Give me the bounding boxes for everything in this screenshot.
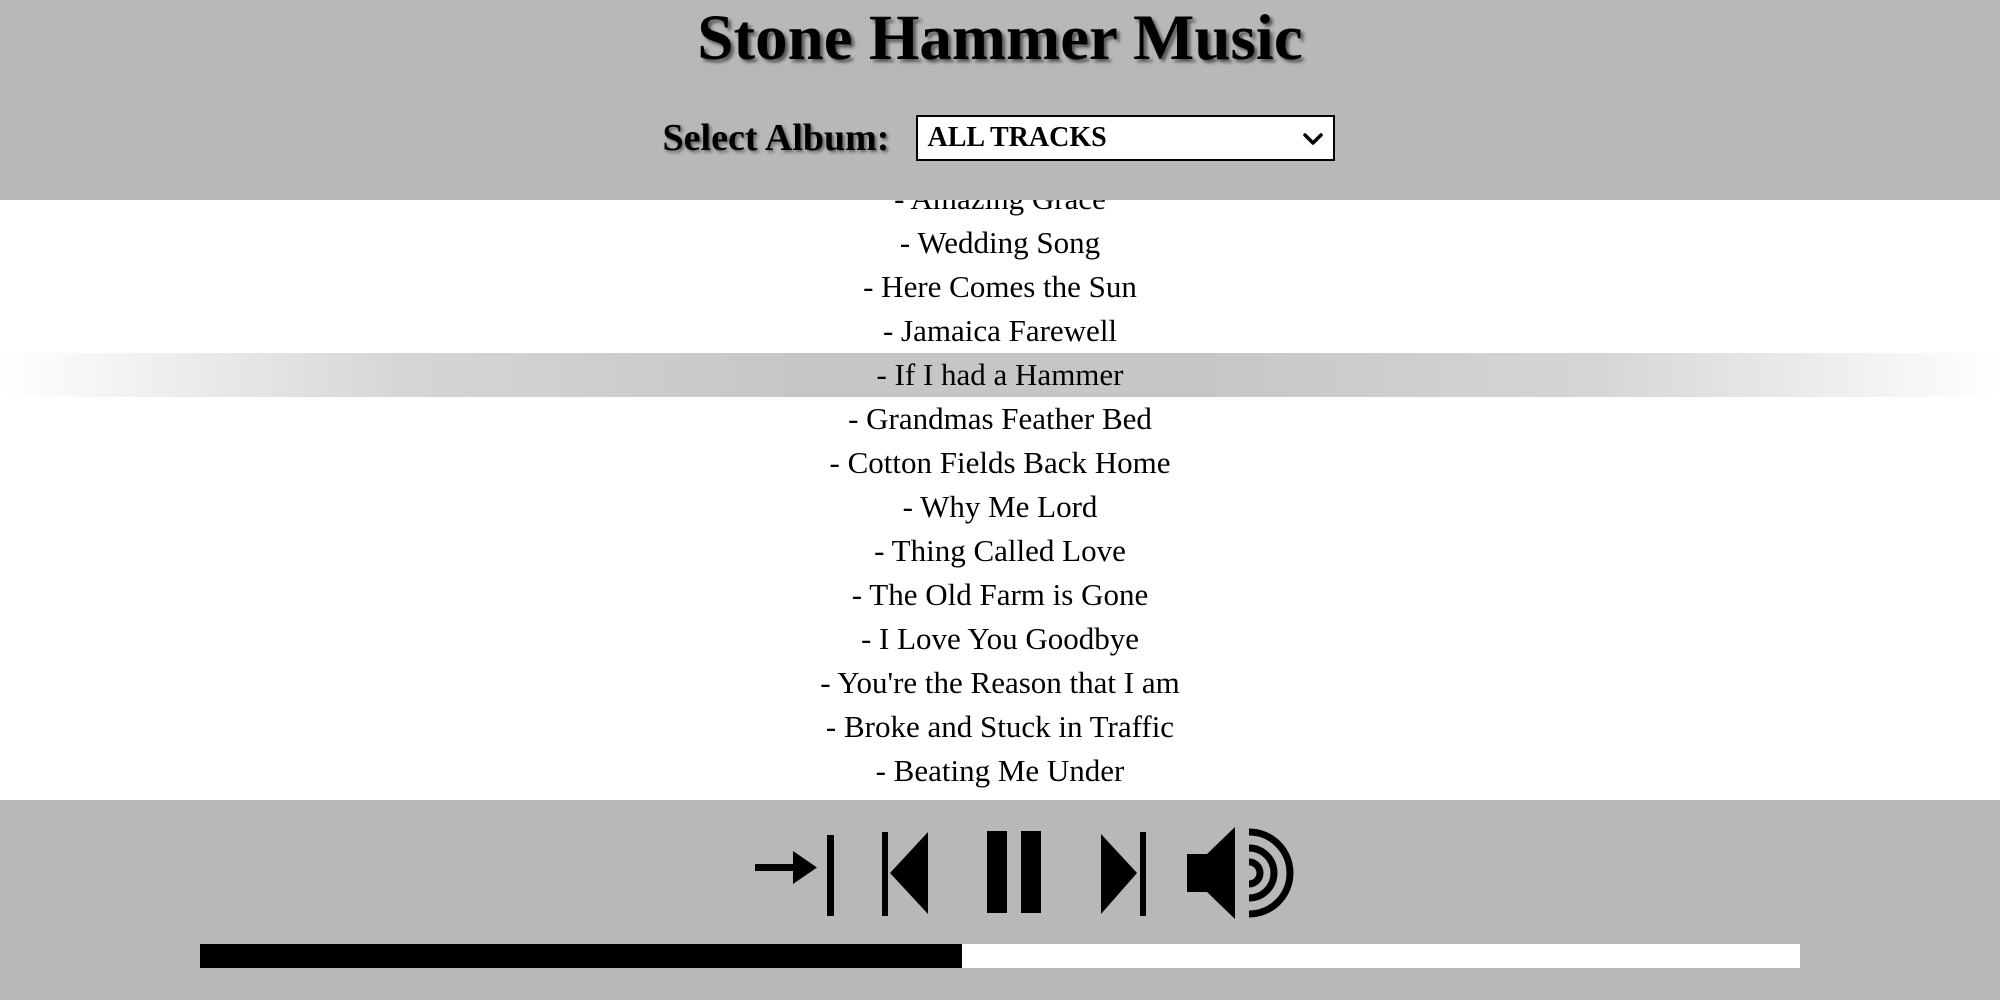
track-item[interactable]: - Thing Called Love bbox=[0, 529, 2000, 573]
progress-bar[interactable] bbox=[200, 944, 1800, 968]
track-item[interactable]: - Grandmas Feather Bed bbox=[0, 397, 2000, 441]
progress-fill bbox=[200, 944, 962, 968]
album-selector-row: Select Album: ALL TRACKS bbox=[0, 115, 2000, 161]
track-item[interactable]: - Beating Me Under bbox=[0, 749, 2000, 793]
shuffle-button[interactable] bbox=[755, 826, 837, 920]
app-title: Stone Hammer Music bbox=[697, 2, 1303, 74]
chevron-down-icon bbox=[1303, 122, 1324, 154]
player-bar bbox=[0, 800, 2000, 1000]
track-item[interactable]: - You're the Reason that I am bbox=[0, 661, 2000, 705]
album-label: Select Album: bbox=[662, 117, 890, 159]
track-item[interactable]: - Jamaica Farewell bbox=[0, 309, 2000, 353]
track-item[interactable]: - Here Comes the Sun bbox=[0, 265, 2000, 309]
track-item[interactable]: - Broke and Stuck in Traffic bbox=[0, 705, 2000, 749]
track-item[interactable]: - Wedding Song bbox=[0, 221, 2000, 265]
previous-button[interactable] bbox=[880, 826, 930, 920]
shuffle-icon bbox=[755, 826, 837, 920]
volume-button[interactable] bbox=[1185, 824, 1295, 922]
next-icon bbox=[1098, 826, 1150, 920]
pause-button[interactable] bbox=[985, 826, 1045, 920]
album-select[interactable]: ALL TRACKS bbox=[916, 115, 1336, 161]
track-item[interactable]: - Cotton Fields Back Home bbox=[0, 441, 2000, 485]
track-item[interactable]: - I Love You Goodbye bbox=[0, 617, 2000, 661]
pause-icon bbox=[985, 826, 1045, 920]
album-select-value: ALL TRACKS bbox=[927, 122, 1107, 153]
next-button[interactable] bbox=[1098, 826, 1150, 920]
previous-icon bbox=[880, 826, 930, 920]
track-item[interactable]: - The Old Farm is Gone bbox=[0, 573, 2000, 617]
track-item[interactable]: - Why Me Lord bbox=[0, 485, 2000, 529]
volume-icon bbox=[1185, 824, 1295, 922]
track-item[interactable]: - If I had a Hammer bbox=[0, 353, 2000, 397]
track-list[interactable]: - Amazing Grace- Wedding Song- Here Come… bbox=[0, 177, 2000, 800]
header-bar: Stone Hammer Music Select Album: ALL TRA… bbox=[0, 0, 2000, 200]
